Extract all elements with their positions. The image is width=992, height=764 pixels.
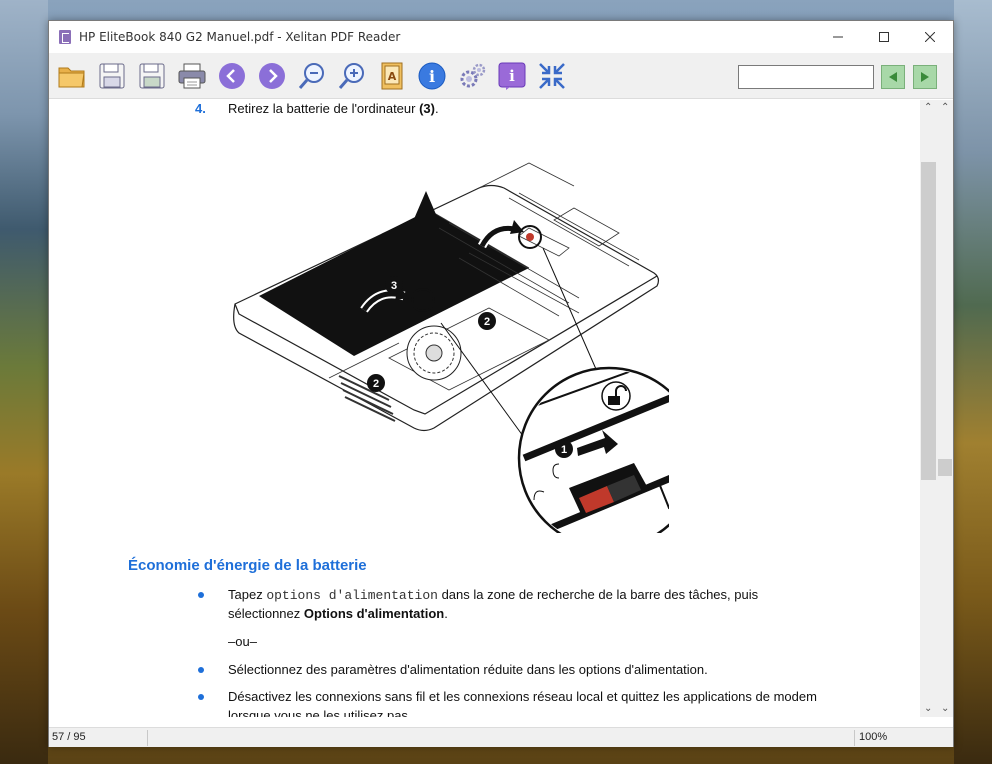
page-scroll-thumb[interactable]	[921, 162, 936, 480]
document-scrollbar[interactable]: ⌃ ⌄	[937, 100, 953, 717]
bullet-text-1-line2: sélectionnez Options d'alimentation.	[228, 606, 448, 621]
collapse-icon	[539, 62, 565, 89]
zoom-out-button[interactable]	[295, 59, 329, 93]
book-icon: A	[381, 62, 403, 89]
save-as-button[interactable]	[135, 59, 169, 93]
callout-2b: 2	[373, 378, 379, 390]
gear-icon	[460, 63, 486, 87]
prev-page-button[interactable]	[215, 59, 249, 93]
close-button[interactable]	[907, 21, 953, 53]
next-page-button[interactable]	[255, 59, 289, 93]
floppy-icon	[139, 63, 165, 88]
zoom-out-icon	[298, 62, 324, 89]
zoom-in-icon	[338, 62, 364, 89]
svg-text:A: A	[388, 70, 397, 83]
step-text: Retirez la batterie de l'ordinateur (3).	[228, 101, 439, 116]
maximize-icon	[879, 32, 889, 42]
save-button[interactable]	[95, 59, 129, 93]
window-controls	[815, 21, 953, 53]
zoom-in-button[interactable]	[335, 59, 369, 93]
callout-1: 1	[561, 444, 567, 456]
desktop-background-right	[954, 0, 992, 764]
scroll-down-icon[interactable]: ⌄	[924, 703, 932, 714]
bullet-text-3-line1: Désactivez les connexions sans fil et le…	[228, 689, 817, 704]
settings-button[interactable]	[455, 59, 489, 93]
bookmark-button[interactable]: A	[375, 59, 409, 93]
svg-text:i: i	[509, 67, 515, 85]
bullet-dot	[198, 592, 204, 598]
info-button[interactable]: i	[415, 59, 449, 93]
page-scrollbar[interactable]: ⌃ ⌄	[920, 100, 937, 717]
chevron-left-icon	[219, 62, 245, 89]
battery-removal-figure: 3 2 2 1	[233, 162, 669, 533]
toolbar: A i i	[49, 53, 953, 99]
close-icon	[925, 32, 935, 42]
fit-button[interactable]	[535, 59, 569, 93]
printer-icon	[178, 63, 206, 88]
scroll-up-icon[interactable]: ⌃	[941, 102, 949, 113]
bullet-text-3-line2: lorsque vous ne les utilisez pas.	[228, 708, 412, 717]
scroll-down-icon[interactable]: ⌄	[941, 703, 949, 714]
document-info-button[interactable]: i	[495, 59, 529, 93]
bullet-text-2: Sélectionnez des paramètres d'alimentati…	[228, 662, 708, 677]
open-folder-button[interactable]	[55, 59, 89, 93]
callout-3: 3	[391, 280, 397, 292]
svg-text:i: i	[429, 67, 435, 86]
or-separator: –ou–	[228, 634, 257, 649]
folder-icon	[58, 67, 85, 87]
minimize-button[interactable]	[815, 21, 861, 53]
print-button[interactable]	[175, 59, 209, 93]
title-bar[interactable]: HP EliteBook 840 G2 Manuel.pdf - Xelitan…	[49, 21, 953, 53]
floppy-icon	[99, 63, 125, 88]
pdf-page: 4. Retirez la batterie de l'ordinateur (…	[49, 100, 920, 717]
step-number: 4.	[195, 101, 206, 116]
section-heading: Économie d'énergie de la batterie	[128, 557, 367, 574]
bullet-dot	[198, 694, 204, 700]
document-viewer[interactable]: 4. Retirez la batterie de l'ordinateur (…	[49, 100, 953, 717]
search-input[interactable]	[738, 65, 874, 89]
document-scroll-thumb[interactable]	[938, 459, 952, 476]
bullet-text-1-line1: Tapez options d'alimentation dans la zon…	[228, 587, 759, 603]
zoom-level: 100%	[859, 731, 888, 743]
pdf-app-icon	[59, 30, 71, 44]
maximize-button[interactable]	[861, 21, 907, 53]
desktop-background-left	[0, 0, 48, 764]
minimize-icon	[833, 36, 843, 38]
triangle-left-icon	[889, 72, 897, 82]
find-next-button[interactable]	[913, 65, 937, 89]
status-divider	[147, 730, 148, 746]
triangle-right-icon	[921, 72, 929, 82]
page-indicator: 57 / 95	[52, 731, 86, 743]
status-divider	[854, 730, 855, 746]
app-window: HP EliteBook 840 G2 Manuel.pdf - Xelitan…	[48, 20, 954, 747]
scroll-up-icon[interactable]: ⌃	[924, 102, 932, 113]
info-icon: i	[418, 62, 446, 89]
info-square-icon: i	[498, 62, 526, 90]
status-bar: 57 / 95 100%	[49, 727, 953, 747]
bullet-dot	[198, 667, 204, 673]
find-prev-button[interactable]	[881, 65, 905, 89]
unlock-icon	[601, 381, 631, 411]
callout-2a: 2	[484, 316, 490, 328]
chevron-right-icon	[259, 62, 285, 89]
window-title: HP EliteBook 840 G2 Manuel.pdf - Xelitan…	[79, 30, 401, 44]
